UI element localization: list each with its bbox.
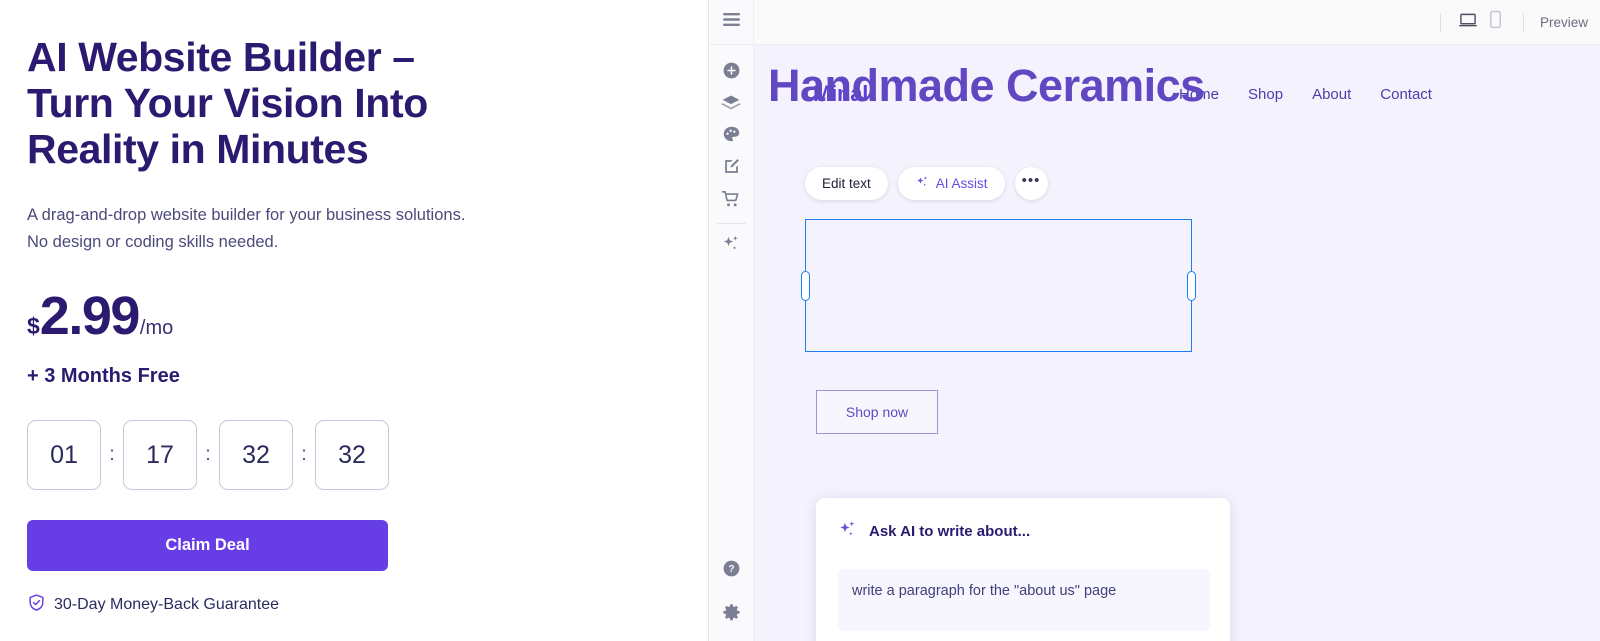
sidebar-item-help[interactable]: ? (709, 555, 754, 587)
palette-icon (722, 125, 741, 149)
countdown-separator: : (301, 444, 307, 465)
sidebar-item-edit-design[interactable] (709, 153, 754, 185)
preview-button[interactable]: Preview (1538, 15, 1588, 30)
edit-text-button[interactable]: Edit text (805, 167, 888, 200)
sidebar-item-settings[interactable] (709, 599, 754, 631)
gear-icon (722, 603, 741, 627)
sparkles-icon (721, 234, 741, 259)
editor-topbar: Preview (754, 0, 1600, 45)
app-root: AI Website Builder – Turn Your Vision In… (0, 0, 1600, 641)
countdown-days: 01 (27, 420, 101, 490)
element-toolbar: Edit text AI Assist ••• (805, 167, 1048, 200)
countdown-seconds: 32 (315, 420, 389, 490)
countdown-hours: 17 (123, 420, 197, 490)
resize-handle-right[interactable] (1187, 270, 1196, 301)
sidebar-item-layers[interactable] (709, 89, 754, 121)
layers-icon (721, 93, 741, 118)
sparkles-icon (915, 175, 929, 192)
nav-link-about[interactable]: About (1312, 86, 1351, 103)
countdown-minutes: 32 (219, 420, 293, 490)
countdown-separator: : (109, 444, 115, 465)
hamburger-menu-icon (722, 13, 740, 31)
ai-panel-title: Ask AI to write about... (869, 523, 1031, 540)
price-amount: 2.99 (39, 286, 141, 346)
bonus-months-label: + 3 Months Free (27, 365, 180, 387)
ai-panel-header: Ask AI to write about... (838, 520, 1210, 543)
countdown-timer: 01 : 17 : 32 : 32 (27, 420, 668, 490)
mobile-phone-icon (1489, 10, 1502, 34)
hamburger-menu-button[interactable] (708, 0, 754, 45)
nav-link-shop[interactable]: Shop (1248, 86, 1283, 103)
price-currency: $ (27, 313, 40, 339)
add-circle-icon (722, 61, 741, 85)
ai-prompt-input[interactable]: write a paragraph for the "about us" pag… (838, 569, 1210, 631)
editor-sidebar: ? (708, 0, 754, 641)
sidebar-divider (716, 223, 746, 224)
ai-assist-label: AI Assist (935, 176, 988, 191)
device-mobile-button[interactable] (1482, 9, 1509, 36)
desktop-monitor-icon (1458, 11, 1478, 34)
website-editor: ? Preview Minali Home Shop About Contact… (708, 0, 1600, 641)
edit-square-icon (722, 157, 741, 181)
promo-subtitle: A drag-and-drop website builder for your… (27, 206, 466, 251)
svg-text:?: ? (728, 564, 734, 575)
countdown-separator: : (205, 444, 211, 465)
sidebar-item-add-element[interactable] (709, 57, 754, 89)
topbar-divider (1522, 12, 1524, 32)
promo-panel: AI Website Builder – Turn Your Vision In… (0, 0, 696, 641)
sidebar-item-styles[interactable] (709, 121, 754, 153)
resize-handle-left[interactable] (801, 270, 810, 301)
ai-assist-button[interactable]: AI Assist (897, 167, 1005, 200)
shield-check-icon (27, 593, 46, 617)
selected-element-frame[interactable] (801, 219, 1196, 352)
editor-sidebar-footer: ? (709, 555, 754, 631)
claim-deal-button[interactable]: Claim Deal (27, 520, 388, 571)
editor-canvas: Minali Home Shop About Contact Edit text… (754, 45, 1600, 641)
site-nav-links: Home Shop About Contact (1179, 86, 1432, 103)
price-row: $ 2.99 /mo (27, 289, 668, 343)
hero-heading[interactable]: Handmade Ceramics (768, 57, 1205, 115)
device-desktop-button[interactable] (1455, 9, 1482, 36)
help-circle-icon: ? (722, 559, 741, 583)
editor-tool-list (709, 45, 754, 262)
guarantee-row: 30-Day Money-Back Guarantee (27, 593, 668, 617)
shop-now-button[interactable]: Shop now (816, 390, 938, 434)
more-options-button[interactable]: ••• (1014, 167, 1048, 200)
topbar-divider (1439, 12, 1441, 32)
guarantee-label: 30-Day Money-Back Guarantee (54, 596, 279, 613)
price-period: /mo (139, 317, 174, 339)
sparkles-icon (838, 520, 857, 543)
shopping-cart-icon (721, 189, 741, 214)
sidebar-item-ai-tools[interactable] (709, 230, 754, 262)
page-title: AI Website Builder – Turn Your Vision In… (27, 34, 428, 172)
nav-link-contact[interactable]: Contact (1380, 86, 1432, 103)
sidebar-item-store[interactable] (709, 185, 754, 217)
ai-write-panel: Ask AI to write about... write a paragra… (816, 498, 1230, 641)
